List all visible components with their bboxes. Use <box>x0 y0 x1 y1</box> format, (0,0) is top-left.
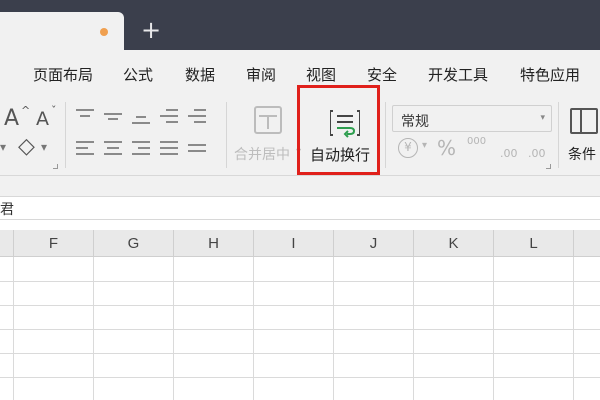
column-header[interactable]: J <box>334 230 414 257</box>
column-headers: F G H I J K L <box>0 230 600 257</box>
chevron-down-icon[interactable]: ▾ <box>422 140 427 151</box>
distributed-align-icon[interactable] <box>188 140 206 156</box>
align-bottom-icon[interactable] <box>132 108 150 124</box>
merge-cells-icon[interactable] <box>254 106 282 134</box>
separator <box>226 102 227 168</box>
chevron-down-icon: ▾ <box>540 112 545 122</box>
eraser-icon[interactable]: ◇ <box>18 134 35 159</box>
justify-icon[interactable] <box>160 140 178 156</box>
menu-security[interactable]: 安全 <box>367 64 397 85</box>
column-header[interactable]: I <box>254 230 334 257</box>
increase-decimal-icon[interactable]: .00 <box>500 147 518 160</box>
number-format-select[interactable]: 常规 ▾ <box>392 105 552 132</box>
indent-increase-icon[interactable] <box>188 108 206 124</box>
font-grow-icon[interactable]: A <box>4 106 19 131</box>
column-header[interactable]: G <box>94 230 174 257</box>
align-left-icon[interactable] <box>76 140 94 156</box>
separator <box>558 102 559 168</box>
menu-formulas[interactable]: 公式 <box>123 64 153 85</box>
vertical-align-row <box>76 108 206 124</box>
gridline <box>0 305 600 306</box>
indent-decrease-icon[interactable] <box>160 108 178 124</box>
menu-special-apps[interactable]: 特色应用 <box>520 64 580 85</box>
menu-review[interactable]: 审阅 <box>246 64 276 85</box>
align-middle-icon[interactable] <box>104 108 122 124</box>
align-center-icon[interactable] <box>104 140 122 156</box>
formula-content: 君 <box>0 202 14 218</box>
column-header[interactable]: F <box>14 230 94 257</box>
formula-bar[interactable]: 君 <box>0 196 600 220</box>
gridline <box>0 377 600 378</box>
decrease-decimal-icon[interactable]: .00 <box>528 147 546 160</box>
font-shrink-icon[interactable]: A <box>36 108 49 130</box>
chevron-down-icon[interactable]: ▾ <box>41 140 47 154</box>
menu-page-layout[interactable]: 页面布局 <box>33 64 93 85</box>
font-shrink-arrow-icon: ˇ <box>51 104 57 117</box>
cell-grid[interactable] <box>0 257 600 400</box>
unsaved-dot-icon <box>100 28 108 36</box>
horizontal-align-row <box>76 140 206 156</box>
annotation-highlight-box <box>297 85 380 175</box>
menu-developer[interactable]: 开发工具 <box>428 64 488 85</box>
separator <box>65 102 66 168</box>
new-tab-button[interactable]: + <box>139 16 163 44</box>
column-header[interactable]: K <box>414 230 494 257</box>
column-header[interactable] <box>574 230 600 257</box>
gridline <box>0 329 600 330</box>
font-grow-arrow-icon: ^ <box>21 104 31 117</box>
conditional-format-icon[interactable] <box>570 108 598 134</box>
merge-center-button[interactable]: 合并居中 <box>234 144 290 164</box>
percent-icon[interactable]: % <box>437 136 456 160</box>
column-header[interactable]: L <box>494 230 574 257</box>
column-header[interactable] <box>0 230 14 257</box>
number-format-value: 常规 <box>401 114 429 130</box>
column-header[interactable]: H <box>174 230 254 257</box>
dialog-launcher-icon[interactable] <box>546 164 551 169</box>
toolbar-gap <box>0 176 600 196</box>
align-right-icon[interactable] <box>132 140 150 156</box>
gridline <box>0 281 600 282</box>
thousands-separator-icon[interactable]: 000 <box>467 136 486 147</box>
dialog-launcher-icon[interactable] <box>53 164 58 169</box>
menu-view[interactable]: 视图 <box>306 64 336 85</box>
align-top-icon[interactable] <box>76 108 94 124</box>
chevron-down-icon[interactable]: ▾ <box>0 140 6 154</box>
currency-icon[interactable]: ¥ <box>398 138 418 158</box>
conditional-format-button[interactable]: 条件 <box>568 144 596 164</box>
menu-data[interactable]: 数据 <box>185 64 215 85</box>
gridline <box>0 353 600 354</box>
